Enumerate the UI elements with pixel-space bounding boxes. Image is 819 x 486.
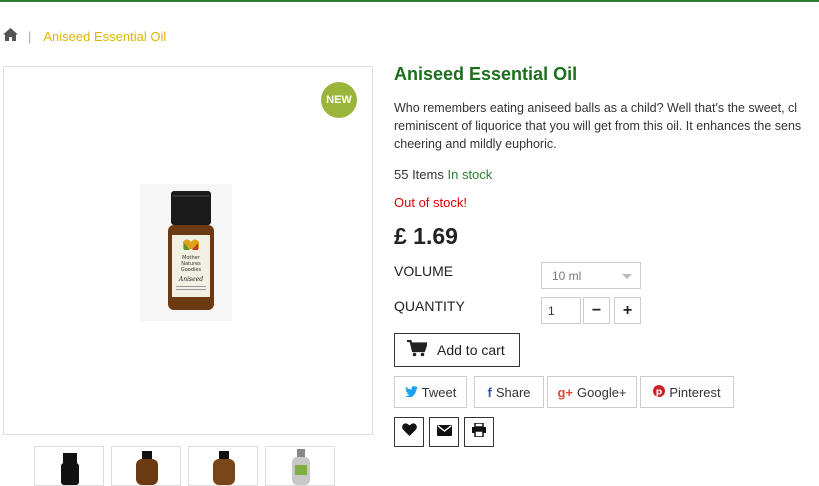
product-description: Who remembers eating aniseed balls as a …: [394, 99, 819, 153]
volume-select[interactable]: 10 ml: [541, 262, 641, 289]
printer-icon: [472, 421, 486, 442]
share-label: Share: [495, 384, 531, 400]
google-plus-label: Google+: [577, 384, 627, 400]
thumbnail-3[interactable]: [188, 446, 258, 486]
svg-text:p: p: [656, 387, 663, 397]
description-line-1: Who remembers eating aniseed balls as a …: [394, 101, 798, 115]
stock-info: 55 Items In stock: [394, 167, 492, 182]
twitter-icon: [404, 385, 418, 400]
pinterest-label: Pinterest: [669, 384, 721, 400]
thumbnail-strip: [34, 446, 335, 486]
bottle-brand-line3: Goodies: [181, 267, 202, 273]
pinterest-icon: p: [653, 384, 666, 400]
home-icon[interactable]: [3, 28, 18, 44]
wishlist-button[interactable]: [394, 417, 424, 447]
add-to-cart-label: Add to cart: [437, 342, 505, 358]
description-line-3: cheering and mildly euphoric.: [394, 137, 557, 151]
stock-status: In stock: [447, 167, 493, 182]
quantity-input[interactable]: 1: [541, 297, 581, 324]
envelope-icon: [436, 423, 452, 441]
quantity-decrease-button[interactable]: −: [583, 297, 610, 324]
cart-icon: [407, 339, 437, 360]
pinterest-button[interactable]: p Pinterest: [640, 376, 734, 408]
stock-count: 55 Items: [394, 167, 444, 182]
out-of-stock-message: Out of stock!: [394, 195, 467, 210]
quantity-increase-button[interactable]: +: [614, 297, 641, 324]
description-line-2: reminiscent of liquorice that you will g…: [394, 119, 802, 133]
heart-icon: [401, 423, 417, 441]
product-price: £ 1.69: [394, 223, 458, 249]
bottle-name: Aniseed: [178, 276, 203, 283]
send-to-friend-button[interactable]: [429, 417, 459, 447]
product-title: Aniseed Essential Oil: [394, 64, 578, 84]
top-border: [0, 0, 819, 2]
product-bottle-image: Mother Natures Goodies Aniseed: [140, 184, 232, 321]
breadcrumb-current[interactable]: Aniseed Essential Oil: [43, 29, 166, 44]
thumbnail-1[interactable]: [34, 446, 104, 486]
quantity-label: QUANTITY: [394, 298, 465, 314]
thumbnail-2[interactable]: [111, 446, 181, 486]
breadcrumb-separator: |: [28, 28, 32, 44]
google-plus-icon: g+: [557, 384, 574, 400]
google-plus-button[interactable]: g+ Google+: [547, 376, 637, 408]
tweet-button[interactable]: Tweet: [394, 376, 467, 408]
volume-label: VOLUME: [394, 263, 454, 279]
add-to-cart-button[interactable]: Add to cart: [394, 333, 520, 367]
volume-select-value: 10 ml: [552, 269, 582, 283]
thumbnail-4[interactable]: [265, 446, 335, 486]
tweet-label: Tweet: [421, 384, 457, 400]
facebook-share-button[interactable]: f Share: [474, 376, 544, 408]
breadcrumb: | Aniseed Essential Oil: [3, 28, 166, 44]
chevron-down-icon: [622, 274, 632, 279]
print-button[interactable]: [464, 417, 494, 447]
facebook-icon: f: [487, 384, 492, 400]
new-badge: NEW: [321, 82, 357, 118]
product-main-image[interactable]: Mother Natures Goodies Aniseed: [3, 66, 373, 435]
